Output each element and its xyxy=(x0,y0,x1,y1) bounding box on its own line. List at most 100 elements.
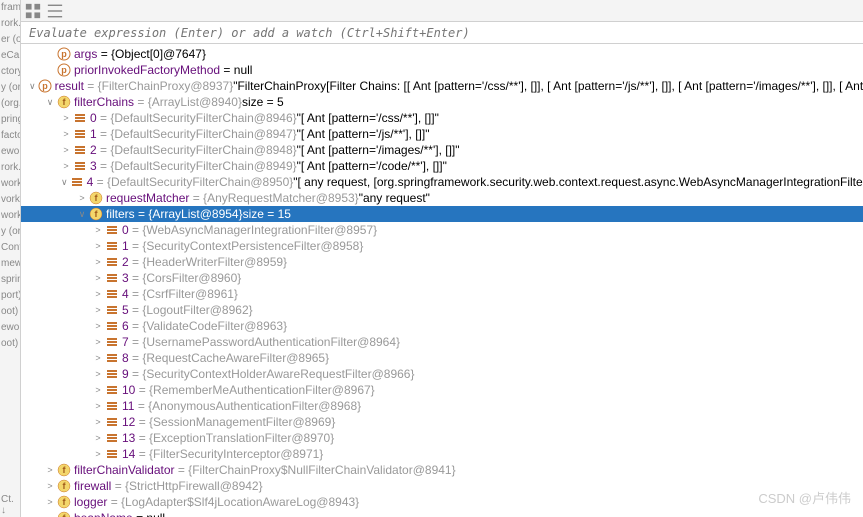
stack-frame[interactable]: vork.b xyxy=(0,192,20,208)
tree-row-requestMatcher[interactable]: > f requestMatcher = {AnyRequestMatcher@… xyxy=(21,190,863,206)
toolbar-btn-2[interactable] xyxy=(45,2,65,20)
expand-arrow-icon[interactable]: > xyxy=(93,414,103,430)
tree-row-prior[interactable]: p priorInvokedFactoryMethod = null xyxy=(21,62,863,78)
stack-frame[interactable]: (org.s xyxy=(0,96,20,112)
stack-frame[interactable]: port) xyxy=(0,288,20,304)
tree-row-f14[interactable]: > 14 = {FilterSecurityInterceptor@8971} xyxy=(21,446,863,462)
stack-frame[interactable]: work.bea xyxy=(0,208,20,224)
stack-frame[interactable]: rork.b xyxy=(0,16,20,32)
var-name: 3 xyxy=(122,270,129,286)
tree-row-fc4[interactable]: ∨ 4 = {DefaultSecurityFilterChain@8950} … xyxy=(21,174,863,190)
expand-arrow-icon[interactable]: > xyxy=(93,366,103,382)
stack-frame[interactable]: ework xyxy=(0,320,20,336)
tree-row-filterChains[interactable]: ∨ f filterChains = {ArrayList@8940} size… xyxy=(21,94,863,110)
tree-row-f8[interactable]: > 8 = {RequestCacheAwareFilter@8965} xyxy=(21,350,863,366)
tree-row-filters[interactable]: ∨ f filters = {ArrayList@8954} size = 15 xyxy=(21,206,863,222)
stack-frame[interactable]: rork.b xyxy=(0,160,20,176)
tree-row-f4[interactable]: > 4 = {CsrfFilter@8961} xyxy=(21,286,863,302)
tree-row-fc2[interactable]: > 2 = {DefaultSecurityFilterChain@8948} … xyxy=(21,142,863,158)
expand-arrow-icon[interactable]: > xyxy=(45,478,55,494)
stack-frame[interactable]: frame xyxy=(0,0,20,16)
tree-row-f12[interactable]: > 12 = {SessionManagementFilter@8969} xyxy=(21,414,863,430)
tree-row-result[interactable]: ∨ p result = {FilterChainProxy@8937} "Fi… xyxy=(21,78,863,94)
expand-arrow-icon[interactable]: > xyxy=(93,254,103,270)
var-type: = {RequestCacheAwareFilter@8965} xyxy=(132,350,329,366)
element-icon xyxy=(105,383,119,397)
tree-row-f10[interactable]: > 10 = {RememberMeAuthenticationFilter@8… xyxy=(21,382,863,398)
tree-row-logger[interactable]: > f logger = {LogAdapter$Slf4jLocationAw… xyxy=(21,494,863,510)
expand-arrow-icon[interactable]: > xyxy=(45,462,55,478)
tree-row-f5[interactable]: > 5 = {LogoutFilter@8962} xyxy=(21,302,863,318)
tree-row-f1[interactable]: > 1 = {SecurityContextPersistenceFilter@… xyxy=(21,238,863,254)
stack-frame[interactable]: y (org xyxy=(0,80,20,96)
expand-arrow-icon[interactable]: > xyxy=(93,446,103,462)
stack-frame[interactable]: factor xyxy=(0,128,20,144)
var-type: = {CsrfFilter@8961} xyxy=(132,286,238,302)
element-icon xyxy=(105,447,119,461)
stack-frame[interactable]: pringf xyxy=(0,112,20,128)
expand-arrow-icon[interactable]: > xyxy=(93,238,103,254)
stack-frame[interactable]: mewo xyxy=(0,256,20,272)
tree-row-f3[interactable]: > 3 = {CorsFilter@8960} xyxy=(21,270,863,286)
tree-row-beanName[interactable]: f beanName = null xyxy=(21,510,863,517)
expand-arrow-icon[interactable]: > xyxy=(93,382,103,398)
var-type: = {FilterSecurityInterceptor@8971} xyxy=(139,446,324,462)
var-name: beanName xyxy=(74,510,133,517)
tree-row-f13[interactable]: > 13 = {ExceptionTranslationFilter@8970} xyxy=(21,430,863,446)
expand-arrow-icon[interactable]: > xyxy=(77,190,87,206)
element-icon xyxy=(105,271,119,285)
expand-arrow-icon[interactable]: > xyxy=(93,398,103,414)
tree-row-fc3[interactable]: > 3 = {DefaultSecurityFilterChain@8949} … xyxy=(21,158,863,174)
expand-arrow-icon[interactable]: ∨ xyxy=(29,78,36,94)
tree-row-fcv[interactable]: > f filterChainValidator = {FilterChainP… xyxy=(21,462,863,478)
tree-row-f7[interactable]: > 7 = {UsernamePasswordAuthenticationFil… xyxy=(21,334,863,350)
tree-row-fc1[interactable]: > 1 = {DefaultSecurityFilterChain@8947} … xyxy=(21,126,863,142)
expand-arrow-icon[interactable]: > xyxy=(93,334,103,350)
stack-frame[interactable]: spring xyxy=(0,272,20,288)
expand-arrow-icon[interactable]: > xyxy=(93,222,103,238)
expand-arrow-icon[interactable]: ∨ xyxy=(77,206,87,222)
var-value: "any request" xyxy=(359,190,430,206)
element-icon xyxy=(105,319,119,333)
expression-input[interactable] xyxy=(29,26,863,40)
expand-arrow-icon[interactable]: > xyxy=(93,430,103,446)
expand-arrow-icon[interactable]: > xyxy=(61,110,71,126)
field-icon: f xyxy=(57,495,71,509)
stack-frame[interactable]: oot) xyxy=(0,304,20,320)
tree-row-args[interactable]: p args = {Object[0]@7647} xyxy=(21,46,863,62)
tree-row-firewall[interactable]: > f firewall = {StrictHttpFirewall@8942} xyxy=(21,478,863,494)
expand-arrow-icon[interactable]: > xyxy=(93,270,103,286)
stack-frame[interactable]: eCapa xyxy=(0,48,20,64)
expand-arrow-icon[interactable]: > xyxy=(45,494,55,510)
var-name: 2 xyxy=(122,254,129,270)
element-icon xyxy=(73,159,87,173)
var-value: "FilterChainProxy[Filter Chains: [[ Ant … xyxy=(233,78,863,94)
element-icon xyxy=(105,415,119,429)
tree-row-fc0[interactable]: > 0 = {DefaultSecurityFilterChain@8946} … xyxy=(21,110,863,126)
toolbar-btn-1[interactable] xyxy=(23,2,43,20)
expand-arrow-icon[interactable]: > xyxy=(61,126,71,142)
var-type: = {AnyRequestMatcher@8953} xyxy=(193,190,359,206)
tree-row-f11[interactable]: > 11 = {AnonymousAuthenticationFilter@89… xyxy=(21,398,863,414)
expand-arrow-icon[interactable]: > xyxy=(61,158,71,174)
tree-row-f6[interactable]: > 6 = {ValidateCodeFilter@8963} xyxy=(21,318,863,334)
element-icon xyxy=(70,175,84,189)
expand-arrow-icon[interactable]: > xyxy=(93,286,103,302)
expand-arrow-icon[interactable]: > xyxy=(93,350,103,366)
variables-tree[interactable]: p args = {Object[0]@7647} p priorInvoked… xyxy=(21,44,863,517)
stack-frame[interactable]: ework xyxy=(0,144,20,160)
tree-row-f0[interactable]: > 0 = {WebAsyncManagerIntegrationFilter@… xyxy=(21,222,863,238)
expand-arrow-icon[interactable]: ∨ xyxy=(61,174,68,190)
stack-frame[interactable]: work.bea xyxy=(0,176,20,192)
tree-row-f9[interactable]: > 9 = {SecurityContextHolderAwareRequest… xyxy=(21,366,863,382)
expand-arrow-icon[interactable]: > xyxy=(61,142,71,158)
stack-frame[interactable]: y (org xyxy=(0,224,20,240)
stack-frame[interactable]: er (or xyxy=(0,32,20,48)
expand-arrow-icon[interactable]: ∨ xyxy=(45,94,55,110)
expand-arrow-icon[interactable]: > xyxy=(93,302,103,318)
expand-arrow-icon[interactable]: > xyxy=(93,318,103,334)
stack-frame[interactable]: Conte xyxy=(0,240,20,256)
tree-row-f2[interactable]: > 2 = {HeaderWriterFilter@8959} xyxy=(21,254,863,270)
stack-frame[interactable]: ctory xyxy=(0,64,20,80)
stack-frame[interactable]: oot) xyxy=(0,336,20,352)
